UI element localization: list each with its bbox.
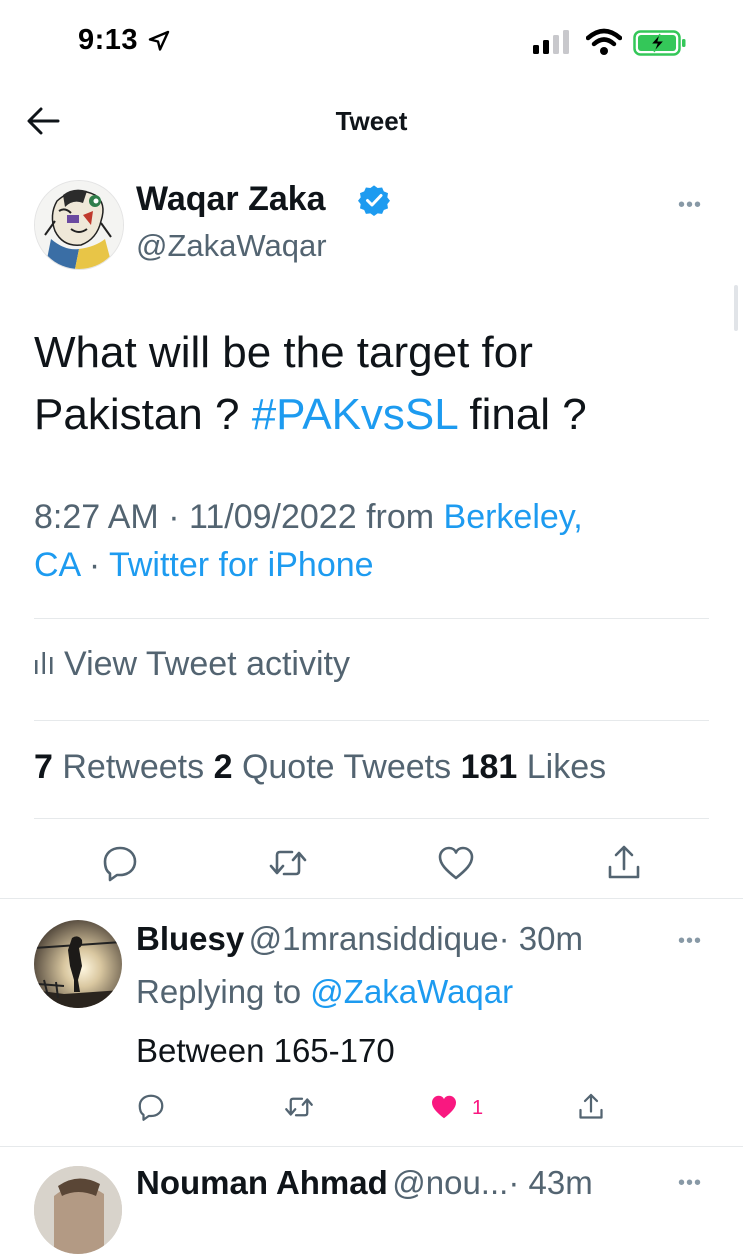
reply-text: Between 165-170 — [136, 1032, 395, 1069]
reply-avatar[interactable] — [34, 1166, 122, 1254]
replying-prefix: Replying to — [136, 973, 302, 1010]
battery-charging-icon — [633, 30, 686, 56]
heart-icon[interactable] — [436, 843, 476, 883]
activity-label: View Tweet activity — [64, 645, 350, 683]
tweet-timestamp: 8:27 AM · 11/09/2022 — [34, 498, 357, 536]
replying-to-link[interactable]: @ZakaWaqar — [310, 973, 513, 1010]
divider — [34, 818, 709, 819]
quotes-label: Quote Tweets — [241, 748, 452, 786]
tweet-text: What will be the target for Pakistan ? #… — [34, 322, 694, 446]
author-handle[interactable]: @ZakaWaqar — [136, 228, 327, 264]
location-arrow-icon — [148, 30, 170, 51]
replying-to: Replying to @ZakaWaqar — [136, 973, 513, 1011]
reply-header: Nouman Ahmad @nou...· 43m — [136, 1164, 593, 1202]
reply-time: · 30m — [498, 920, 583, 957]
quotes-count: 2 — [213, 748, 233, 786]
retweet-icon[interactable] — [284, 1092, 314, 1122]
reply-icon[interactable] — [100, 843, 140, 883]
likes-count: 181 — [460, 748, 518, 786]
author-avatar[interactable] — [34, 180, 124, 270]
reply-header: Bluesy @1mransiddique· 30m — [136, 920, 583, 958]
heart-filled-icon[interactable] — [429, 1092, 459, 1122]
reply-avatar[interactable] — [34, 920, 122, 1008]
view-tweet-activity-button[interactable]: View Tweet activity — [34, 645, 350, 684]
verified-badge-icon — [358, 185, 390, 216]
avatar-photo-icon — [34, 1166, 122, 1254]
likes-label: Likes — [526, 748, 607, 786]
more-icon[interactable]: ••• — [678, 930, 702, 953]
likes-stat[interactable]: 181 Likes — [461, 748, 607, 786]
more-icon[interactable]: ••• — [678, 194, 702, 217]
author-name[interactable]: Waqar Zaka — [136, 180, 326, 219]
divider — [0, 898, 743, 899]
divider — [34, 720, 709, 721]
avatar-artwork-icon — [35, 181, 123, 269]
reply-like-count: 1 — [472, 1097, 484, 1119]
retweets-count: 7 — [34, 748, 53, 786]
reply-time: · 43m — [508, 1164, 593, 1201]
scrollbar[interactable] — [734, 285, 738, 331]
cellular-signal-icon — [533, 30, 573, 54]
reply-author-handle[interactable]: @1mransiddique — [249, 920, 499, 957]
more-icon[interactable]: ••• — [678, 1172, 702, 1195]
reply-author-name[interactable]: Bluesy — [136, 920, 244, 957]
location-link-cont[interactable]: CA — [34, 546, 79, 584]
wifi-icon — [586, 28, 622, 55]
divider — [0, 1146, 743, 1147]
page-title: Tweet — [335, 106, 408, 136]
retweet-icon[interactable] — [268, 843, 308, 883]
share-icon[interactable] — [604, 843, 644, 883]
status-time: 9:13 — [78, 24, 139, 56]
hashtag-link[interactable]: #PAKvsSL — [252, 390, 457, 439]
retweets-stat[interactable]: 7 Retweets — [34, 748, 204, 786]
meta-separator: · — [88, 546, 101, 584]
tweet-stats: 7 Retweets 2 Quote Tweets 181 Likes — [34, 748, 606, 787]
retweets-label: Retweets — [62, 748, 205, 786]
reply-icon[interactable] — [136, 1092, 166, 1122]
from-label: from — [366, 498, 435, 536]
quotes-stat[interactable]: 2 Quote Tweets — [214, 748, 452, 786]
reply-author-name[interactable]: Nouman Ahmad — [136, 1164, 388, 1201]
tweet-meta: 8:27 AM · 11/09/2022 from Berkeley, CA ·… — [34, 493, 714, 589]
avatar-photo-icon — [34, 920, 122, 1008]
share-icon[interactable] — [576, 1092, 606, 1122]
divider — [34, 618, 709, 619]
analytics-icon — [35, 652, 53, 675]
source-link[interactable]: Twitter for iPhone — [109, 546, 374, 584]
tweet-text-part2: final ? — [457, 390, 587, 439]
reply-author-handle[interactable]: @nou... — [392, 1164, 508, 1201]
location-link[interactable]: Berkeley, — [444, 498, 583, 536]
